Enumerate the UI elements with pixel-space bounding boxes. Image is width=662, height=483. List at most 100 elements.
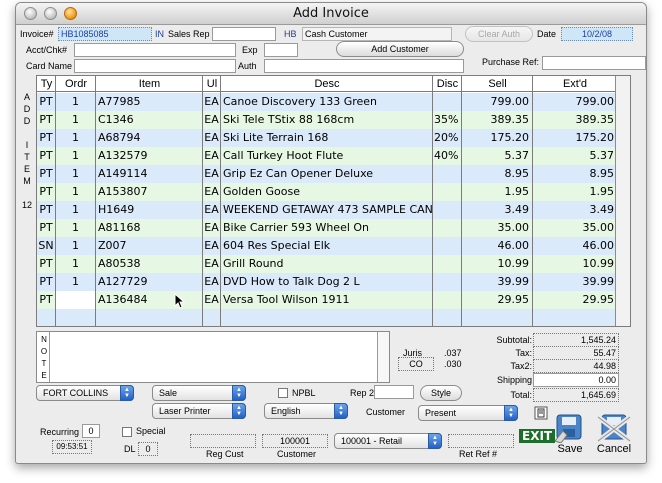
cell-ordr[interactable]: 1 [56, 219, 95, 237]
notes-textarea[interactable]: N O T E [36, 331, 390, 383]
cell-item[interactable]: A77985 [98, 93, 202, 111]
cell-ty[interactable]: PT [37, 291, 55, 309]
col-sell-header[interactable]: Sell [462, 76, 533, 92]
cell-ordr[interactable]: 1 [56, 111, 95, 129]
cell-item[interactable]: A149114 [98, 165, 202, 183]
cell-sell[interactable]: 3.49 [462, 201, 530, 219]
cell-ordr[interactable] [56, 291, 95, 309]
cell-disc[interactable] [434, 273, 461, 291]
cell-item[interactable]: A68794 [98, 129, 202, 147]
cell-ty[interactable]: PT [37, 201, 55, 219]
cell-sell[interactable]: 35.00 [462, 219, 530, 237]
table-row[interactable]: PT 1 H1649 EA WEEKEND GETAWAY 473 SAMPLE CAN… [37, 201, 630, 219]
cell-disc[interactable] [434, 291, 461, 309]
cell-ordr[interactable] [56, 309, 95, 326]
cell-ul[interactable]: EA [203, 93, 220, 111]
cell-disc[interactable] [434, 219, 461, 237]
cell-sell[interactable] [462, 309, 529, 326]
cell-ty[interactable]: PT [37, 255, 55, 273]
col-ty-header[interactable]: Ty [37, 76, 56, 92]
cell-ordr[interactable]: 1 [56, 183, 95, 201]
cell-disc[interactable] [434, 165, 461, 183]
cell-desc[interactable]: Bike Carrier 593 Wheel On [223, 219, 432, 237]
cell-ordr[interactable]: 1 [56, 255, 95, 273]
juris-code-field[interactable]: CO [398, 357, 434, 371]
cell-item[interactable]: Z007 [98, 237, 202, 255]
cell-item[interactable]: A127729 [98, 273, 202, 291]
col-extd-header[interactable]: Ext'd [533, 76, 617, 92]
table-row[interactable]: PT 1 A77985 EA Canoe Discovery 133 Green 799.… [37, 93, 630, 111]
cell-disc[interactable]: 35% [434, 111, 461, 129]
table-row[interactable]: PT 1 A81168 EA Bike Carrier 593 Wheel On 35.0… [37, 219, 630, 237]
printer-select[interactable]: Laser Printer ▲ ▼ [152, 403, 246, 419]
cell-desc[interactable]: 604 Res Special Elk [223, 237, 432, 255]
save-button[interactable]: Save [553, 413, 587, 455]
style-button[interactable]: Style [420, 385, 462, 401]
cell-ordr[interactable]: 1 [56, 93, 95, 111]
cell-ordr[interactable]: 1 [56, 273, 95, 291]
cell-extd[interactable]: 5.37 [533, 147, 615, 165]
store-select[interactable]: FORT COLLINS ▲ ▼ [36, 385, 134, 401]
cell-disc[interactable]: 40% [434, 147, 461, 165]
cell-ordr[interactable]: 1 [56, 129, 95, 147]
cancel-button[interactable]: Cancel [594, 411, 634, 455]
cell-ul[interactable]: EA [203, 201, 220, 219]
clear-auth-button[interactable]: Clear Auth [465, 26, 533, 42]
cell-desc[interactable] [223, 309, 432, 326]
cell-desc[interactable]: Ski Tele TStix 88 168cm [223, 111, 432, 129]
cell-item[interactable]: A136484 [98, 291, 202, 309]
table-row[interactable]: PT 1 C1346 EA Ski Tele TStix 88 168cm 35% 389.… [37, 111, 630, 129]
cell-item[interactable]: H1649 [98, 201, 202, 219]
cell-item[interactable]: A81168 [98, 219, 202, 237]
npbl-checkbox[interactable] [278, 388, 288, 398]
col-ordr-header[interactable]: Ordr [56, 76, 96, 92]
col-disc-header[interactable]: Disc [433, 76, 462, 92]
cell-extd[interactable] [533, 309, 614, 326]
cell-sell[interactable]: 5.37 [462, 147, 530, 165]
cell-item[interactable]: C1346 [98, 111, 202, 129]
exp-field[interactable] [264, 43, 298, 57]
cell-extd[interactable]: 3.49 [533, 201, 615, 219]
cell-ul[interactable]: EA [203, 291, 220, 309]
cell-item[interactable]: A153807 [98, 183, 202, 201]
notes-scrollbar[interactable] [377, 332, 389, 382]
cell-sell[interactable]: 39.99 [462, 273, 530, 291]
cell-ul[interactable] [203, 309, 220, 326]
cell-sell[interactable]: 10.99 [462, 255, 530, 273]
shipping-field[interactable]: 0.00 [533, 373, 619, 387]
cell-ty[interactable]: PT [37, 111, 55, 129]
title-bar[interactable]: Add Invoice [16, 3, 646, 25]
cell-item[interactable]: A80538 [98, 255, 202, 273]
table-row[interactable]: PT 1 A153807 EA Golden Goose 1.95 1.95 [37, 183, 630, 201]
cell-disc[interactable] [434, 237, 461, 255]
cell-desc[interactable]: DVD How to Talk Dog 2 L [223, 273, 432, 291]
purchase-ref-field[interactable] [542, 56, 646, 70]
invoice-items-table[interactable]: Ty Ordr Item Ul Desc Disc Sell Ext'd PT 1… [36, 75, 631, 327]
table-row[interactable]: PT 1 A80538 EA Grill Round 10.99 10.99 [37, 255, 630, 273]
cell-disc[interactable] [434, 93, 461, 111]
exit-button[interactable]: EXIT [519, 429, 556, 443]
cell-desc[interactable]: Versa Tool Wilson 1911 [223, 291, 432, 309]
cell-sell[interactable]: 389.35 [462, 111, 530, 129]
table-row[interactable]: PT 1 A149114 EA Grip Ez Can Opener Deluxe 8.9… [37, 165, 630, 183]
special-checkbox[interactable] [122, 427, 132, 437]
cell-desc[interactable]: WEEKEND GETAWAY 473 SAMPLE CAN [223, 201, 432, 219]
cell-ordr[interactable]: 1 [56, 201, 95, 219]
col-item-header[interactable]: Item [96, 76, 203, 92]
cell-extd[interactable]: 39.99 [533, 273, 615, 291]
cell-extd[interactable]: 389.35 [533, 111, 615, 129]
add-customer-button[interactable]: Add Customer [336, 41, 464, 57]
cell-disc[interactable] [434, 201, 461, 219]
cell-ul[interactable]: EA [203, 183, 220, 201]
document-icon[interactable] [534, 406, 548, 420]
cell-item[interactable] [98, 309, 202, 326]
card-name-field[interactable] [74, 59, 236, 73]
cell-ty[interactable] [37, 309, 55, 326]
cell-extd[interactable]: 175.20 [533, 129, 615, 147]
sale-type-select[interactable]: Sale ▲ ▼ [152, 385, 246, 401]
cell-item[interactable]: A132579 [98, 147, 202, 165]
cell-ordr[interactable]: 1 [56, 237, 95, 255]
cell-ty[interactable]: PT [37, 93, 55, 111]
customer-status-select[interactable]: Present ▲ ▼ [418, 405, 518, 421]
cell-sell[interactable]: 799.00 [462, 93, 530, 111]
